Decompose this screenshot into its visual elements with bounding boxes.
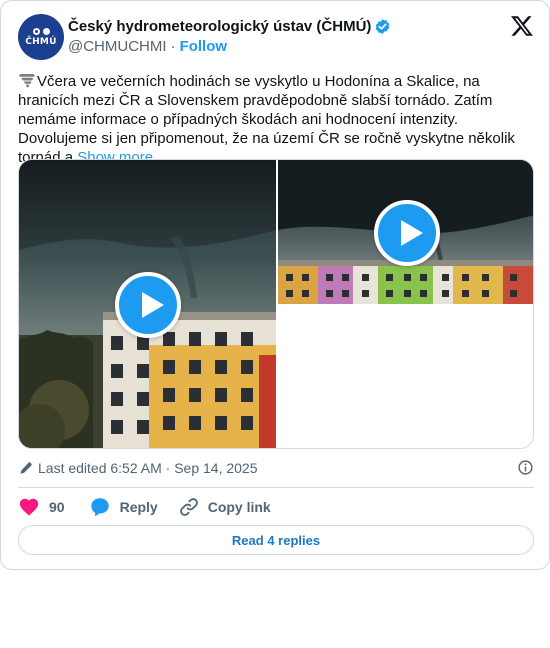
reply-bubble-icon xyxy=(90,498,109,517)
like-count: 90 xyxy=(49,499,65,515)
tornado-icon xyxy=(19,73,35,88)
last-edited-timestamp[interactable]: Last edited 6:52 AM · Sep 14, 2025 xyxy=(38,460,258,476)
copy-link-label: Copy link xyxy=(207,499,271,515)
heart-icon xyxy=(19,498,39,516)
reply-label: Reply xyxy=(119,499,158,515)
author-name-row: Český hydrometeorologický ústav (ČHMÚ) xyxy=(68,18,391,35)
verified-badge-icon xyxy=(376,19,390,34)
avatar[interactable]: ČHMÚ xyxy=(18,14,64,60)
media-grid xyxy=(18,159,534,449)
author-handle-row: @CHMUCHMI · Follow xyxy=(68,38,227,55)
read-replies-button[interactable]: Read 4 replies xyxy=(18,525,534,555)
author-display-name[interactable]: Český hydrometeorologický ústav (ČHMÚ) xyxy=(68,18,371,35)
play-button-2[interactable] xyxy=(374,200,440,266)
tweet-card: ČHMÚ Český hydrometeorologický ústav (ČH… xyxy=(0,0,550,570)
like-button[interactable]: 90 xyxy=(18,496,65,518)
video-thumbnail-1[interactable] xyxy=(19,160,276,448)
avatar-label: ČHMÚ xyxy=(25,36,57,47)
info-icon[interactable] xyxy=(517,459,534,476)
tweet-text: Včera ve večerních hodinách se vyskytlo … xyxy=(18,72,534,167)
copy-link-button[interactable]: Copy link xyxy=(178,496,271,518)
link-icon xyxy=(179,498,198,516)
play-button-1[interactable] xyxy=(115,272,181,338)
x-logo-icon[interactable] xyxy=(510,14,534,38)
action-bar: 90 Reply Copy link xyxy=(18,495,271,519)
separator-dot: · xyxy=(170,38,176,55)
edit-pencil-icon xyxy=(20,461,32,474)
divider xyxy=(18,487,534,488)
follow-button[interactable]: Follow xyxy=(180,38,228,55)
video-thumbnail-2[interactable] xyxy=(278,160,533,304)
tweet-meta: Last edited 6:52 AM · Sep 14, 2025 xyxy=(18,458,534,478)
avatar-logo-dots xyxy=(32,27,50,35)
reply-button[interactable]: Reply xyxy=(89,496,158,518)
author-handle[interactable]: @CHMUCHMI xyxy=(68,38,167,55)
